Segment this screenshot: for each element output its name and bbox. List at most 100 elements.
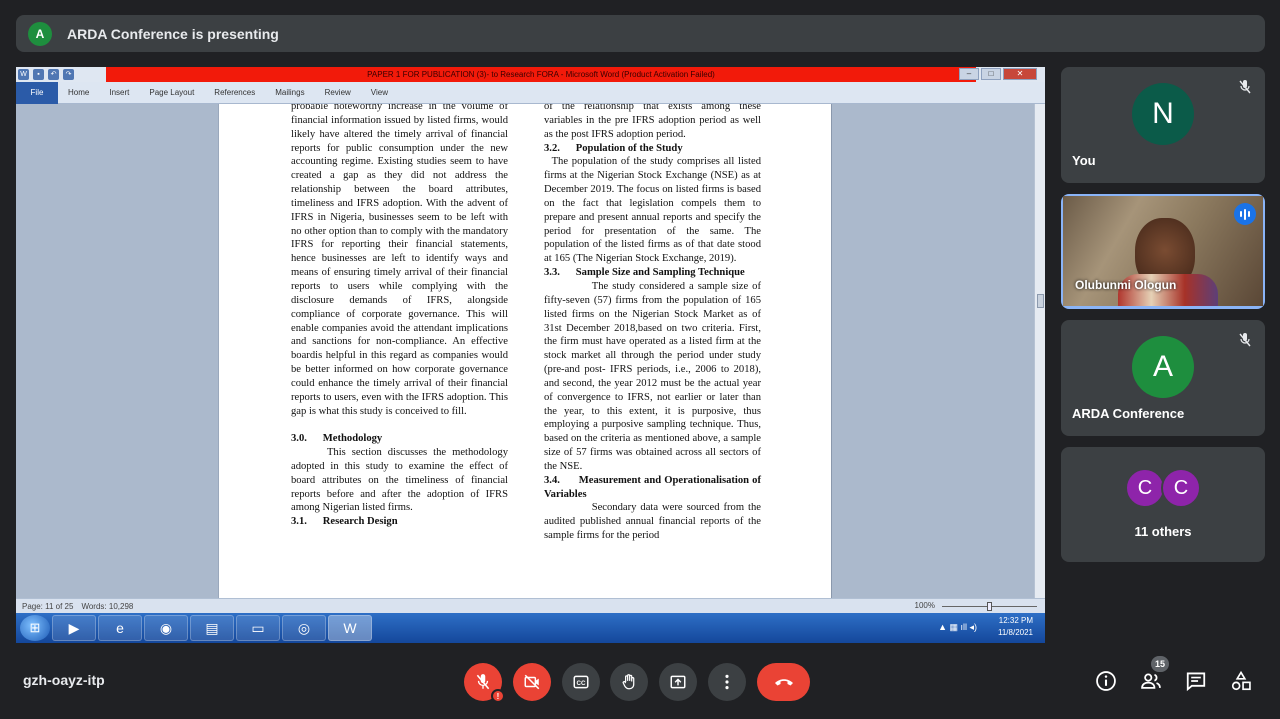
system-tray-icons: ▲ ▦ ıll ◂)	[938, 622, 977, 632]
zoom-slider	[942, 602, 1037, 611]
people-icon	[1141, 673, 1161, 689]
ribbon-tabs: File Home Insert Page Layout References …	[16, 81, 1045, 104]
meeting-code: gzh-oayz-itp	[23, 672, 105, 688]
section-heading: 3.1. Research Design	[291, 516, 398, 528]
participant-count-badge: 15	[1151, 656, 1169, 672]
minimize-icon: –	[959, 68, 979, 80]
presenting-label: ARDA Conference is presenting	[67, 25, 279, 42]
ribbon-tab-references: References	[214, 87, 256, 97]
save-icon: ▪	[33, 69, 44, 80]
system-clock: 12:32 PM 11/8/2021	[998, 615, 1033, 639]
chat-icon	[1186, 672, 1206, 692]
captions-button[interactable]: CC	[562, 663, 600, 701]
redo-icon: ↷	[63, 69, 74, 80]
paragraph: The population of the study comprises al…	[544, 156, 764, 265]
word-window-title: PAPER 1 FOR PUBLICATION (3)- to Research…	[106, 67, 976, 82]
camera-button[interactable]	[513, 663, 551, 701]
participant-name: You	[1072, 153, 1096, 168]
word-status-bar: Page: 11 of 25 Words: 10,298 100%	[16, 598, 1045, 613]
right-text-column: of the relationship that exists among th…	[544, 104, 761, 543]
zoom-level: 100%	[914, 601, 935, 610]
present-button[interactable]	[659, 663, 697, 701]
paragraph: probable noteworthy increase in the volu…	[291, 104, 511, 417]
paragraph: This section discusses the methodology a…	[291, 447, 511, 514]
end-call-button[interactable]	[757, 663, 810, 701]
quick-access-toolbar: W ▪ ↶ ↷	[18, 69, 74, 80]
vertical-scrollbar	[1034, 104, 1045, 598]
end-call-icon	[774, 679, 793, 686]
participant-name: 11 others	[1134, 524, 1192, 539]
start-button-icon: ⊞	[20, 615, 50, 641]
info-button[interactable]	[1093, 668, 1119, 694]
captions-icon: CC	[573, 675, 589, 689]
ribbon-tab-insert: Insert	[109, 87, 130, 97]
mic-off-icon	[476, 674, 490, 690]
page-count: Page: 11 of 25	[22, 601, 74, 611]
raise-hand-button[interactable]	[610, 663, 648, 701]
presenter-avatar: A	[28, 21, 52, 46]
clock-date: 11/8/2021	[998, 628, 1033, 637]
windows-taskbar: ⊞ ▶ e ◉ ▤ ▭ ◎ W ▲ ▦ ıll ◂) 12:32 PM 11/8…	[16, 613, 1045, 643]
section-heading: 3.2. Population of the Study	[544, 142, 683, 154]
microphone-button[interactable]: !	[464, 663, 505, 703]
word-title-bar: W ▪ ↶ ↷ PAPER 1 FOR PUBLICATION (3)- to …	[16, 67, 1045, 82]
more-options-button[interactable]	[708, 663, 746, 701]
word-count: Words: 10,298	[81, 601, 134, 611]
mic-off-icon	[1239, 333, 1251, 347]
warning-icon: !	[491, 689, 505, 703]
chat-button[interactable]	[1183, 668, 1209, 694]
ribbon-tab-page-layout: Page Layout	[149, 87, 195, 97]
speaking-indicator-icon	[1234, 203, 1256, 225]
activities-button[interactable]	[1228, 668, 1254, 694]
paragraph	[291, 418, 508, 432]
internet-explorer-icon: e	[98, 615, 142, 641]
clock-time: 12:32 PM	[998, 616, 1033, 625]
participant-tile-you[interactable]: N You	[1061, 67, 1265, 183]
raise-hand-icon	[622, 674, 635, 690]
svg-text:CC: CC	[577, 680, 586, 687]
info-icon	[1096, 671, 1116, 691]
ribbon-tab-file: File	[16, 81, 58, 104]
media-player-icon: ▶	[52, 615, 96, 641]
ribbon-tab-view: View	[370, 87, 388, 97]
presenting-bar: A ARDA Conference is presenting	[16, 15, 1265, 52]
window-controls: – □ ✕	[959, 68, 1037, 80]
chrome-profile-icon: ◎	[282, 615, 326, 641]
more-options-icon	[725, 674, 729, 690]
folder-icon: ▭	[236, 615, 280, 641]
paragraph: of the relationship that exists among th…	[544, 104, 764, 140]
ribbon-tab-mailings: Mailings	[275, 87, 305, 97]
shared-screen: W ▪ ↶ ↷ PAPER 1 FOR PUBLICATION (3)- to …	[16, 67, 1045, 643]
section-heading: 3.0. Methodology	[291, 433, 383, 445]
ribbon-tab-home: Home	[68, 87, 90, 97]
avatar: A	[1132, 336, 1194, 398]
file-explorer-icon: ▤	[190, 615, 234, 641]
section-heading: 3.4. Measurement and Operationalisation …	[544, 474, 764, 500]
participant-name: ARDA Conference	[1072, 406, 1185, 421]
avatar: C	[1125, 468, 1165, 508]
ribbon-tab-review: Review	[324, 87, 351, 97]
avatar: C	[1161, 468, 1201, 508]
left-text-column: probable noteworthy increase in the volu…	[291, 104, 508, 529]
close-icon: ✕	[1003, 68, 1037, 80]
activities-icon	[1231, 670, 1251, 691]
camera-off-icon	[524, 674, 540, 690]
section-heading: 3.3. Sample Size and Sampling Technique	[544, 267, 745, 279]
word-app-icon: W	[18, 69, 29, 80]
participant-name: Olubunmi Ologun	[1075, 278, 1177, 292]
paragraph: Secondary data were sourced from the aud…	[544, 502, 764, 542]
restore-icon: □	[981, 68, 1001, 80]
scrollbar-thumb	[1037, 294, 1044, 308]
paragraph: The study considered a sample size of fi…	[544, 280, 764, 472]
mic-off-icon	[1239, 80, 1251, 94]
participant-tile-olubunmi[interactable]: Olubunmi Ologun	[1061, 194, 1265, 309]
avatar: N	[1132, 83, 1194, 145]
undo-icon: ↶	[48, 69, 59, 80]
document-page: probable noteworthy increase in the volu…	[218, 104, 832, 598]
word-taskbar-icon: W	[328, 615, 372, 641]
document-area: probable noteworthy increase in the volu…	[16, 104, 1034, 598]
participant-tile-others[interactable]: C C 11 others	[1061, 447, 1265, 562]
chrome-icon: ◉	[144, 615, 188, 641]
present-icon	[670, 675, 686, 689]
participant-tile-arda[interactable]: A ARDA Conference	[1061, 320, 1265, 436]
